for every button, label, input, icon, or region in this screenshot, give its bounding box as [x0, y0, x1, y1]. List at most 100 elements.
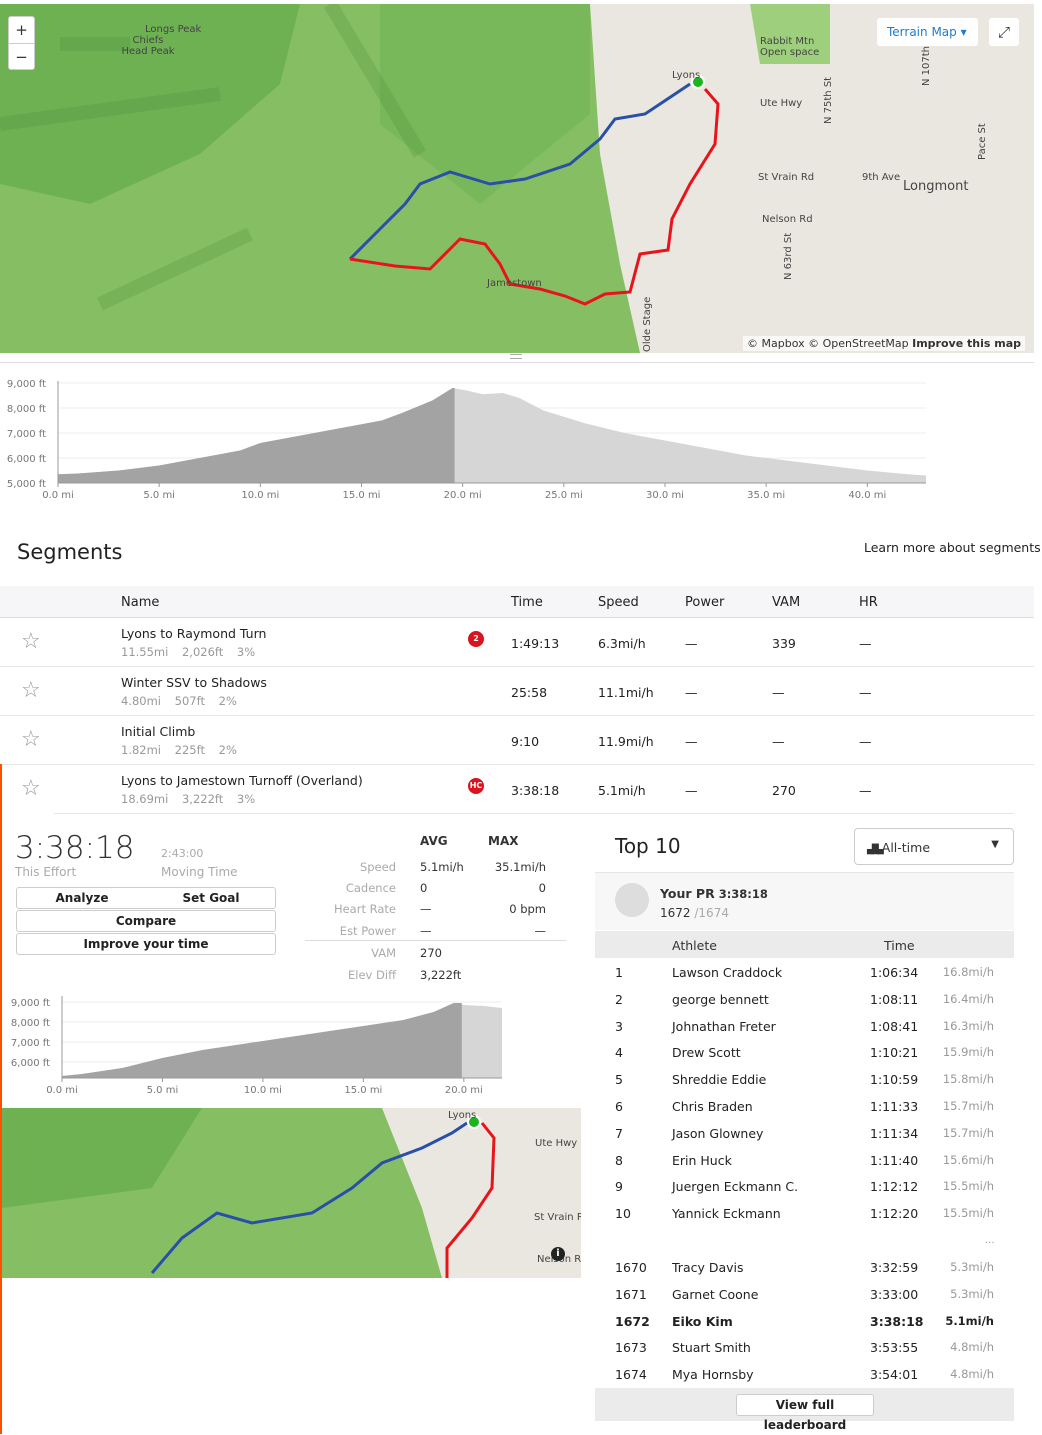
segment-time: 3:38:18: [511, 783, 560, 798]
attribution-text[interactable]: © Mapbox © OpenStreetMap: [747, 337, 909, 350]
segment-row[interactable]: ☆ Lyons to Raymond Turn 11.55mi 2,026ft …: [0, 618, 1034, 667]
segment-elevation-chart[interactable]: 9,000 ft 8,000 ft 7,000 ft 6,000 ft 0.0 mi 5.…: [0, 988, 510, 1103]
set-goal-button[interactable]: Set Goal: [147, 887, 276, 909]
athlete-name[interactable]: Tracy Davis: [672, 1260, 744, 1275]
col-time[interactable]: Time: [511, 595, 543, 610]
athlete-name[interactable]: Juergen Eckmann C.: [672, 1179, 798, 1194]
segment-row[interactable]: ☆ Winter SSV to Shadows 4.80mi 507ft 2% …: [0, 667, 1034, 716]
leaderboard-row[interactable]: 1671 Garnet Coone 3:33:00 5.3mi/h: [595, 1281, 1014, 1308]
view-full-leaderboard-button[interactable]: View full leaderboard: [736, 1394, 874, 1432]
elevation-chart[interactable]: 9,000 ft 8,000 ft 7,000 ft 6,000 ft 5,000 ft…: [0, 372, 940, 502]
leaderboard-row[interactable]: 1670 Tracy Davis 3:32:59 5.3mi/h: [595, 1254, 1014, 1281]
star-icon[interactable]: ☆: [21, 776, 41, 801]
col-power[interactable]: Power: [685, 595, 724, 610]
stat-label: Est Power: [339, 924, 396, 938]
leaderboard-row[interactable]: 8 Erin Huck 1:11:40 15.6mi/h: [595, 1147, 1014, 1174]
x-tick-label: 30.0 mi: [646, 490, 684, 501]
segment-row[interactable]: ☆ Initial Climb 1.82mi 225ft 2% 9:10 11.…: [0, 716, 1034, 765]
athlete-time: 1:06:34: [870, 965, 919, 980]
col-hr[interactable]: HR: [859, 595, 878, 610]
leaderboard-row[interactable]: 2 george bennett 1:08:11 16.4mi/h: [595, 986, 1014, 1013]
leaderboard-row[interactable]: 4 Drew Scott 1:10:21 15.9mi/h: [595, 1039, 1014, 1066]
athlete-time: 3:53:55: [870, 1340, 919, 1356]
leaderboard-row[interactable]: 6 Chris Braden 1:11:33 15.7mi/h: [595, 1093, 1014, 1120]
athlete-name[interactable]: Jason Glowney: [672, 1126, 763, 1141]
info-icon[interactable]: i: [551, 1247, 565, 1261]
athlete-time: 1:10:59: [870, 1072, 919, 1088]
athlete-name[interactable]: Johnathan Freter: [672, 1019, 776, 1034]
map-label: Chiefs Head Peak: [121, 35, 175, 57]
col-vam[interactable]: VAM: [772, 595, 800, 610]
segment-power: —: [685, 685, 698, 700]
map-resize-handle[interactable]: [510, 354, 522, 359]
leaderboard-row[interactable]: 9 Juergen Eckmann C. 1:12:12 15.5mi/h: [595, 1173, 1014, 1200]
athlete-name[interactable]: Drew Scott: [672, 1045, 741, 1060]
segment-name[interactable]: Lyons to Jamestown Turnoff (Overland): [121, 773, 363, 788]
pr-label: Your PR: [660, 886, 715, 901]
segment-map[interactable]: Lyons Ute Hwy St Vrain Rd Nelson Rd i: [2, 1108, 581, 1278]
segment-row[interactable]: ☆ Lyons to Jamestown Turnoff (Overland) …: [21, 765, 1014, 814]
star-icon[interactable]: ☆: [21, 727, 41, 752]
athlete-name[interactable]: Chris Braden: [672, 1099, 753, 1114]
star-icon[interactable]: ☆: [21, 629, 41, 654]
rank: 5: [615, 1072, 623, 1088]
avatar[interactable]: [615, 883, 649, 917]
leaderboard-row[interactable]: 1673 Stuart Smith 3:53:55 4.8mi/h: [595, 1334, 1014, 1361]
segment-name[interactable]: Initial Climb: [121, 724, 195, 739]
fullscreen-button[interactable]: ⤢: [989, 18, 1019, 46]
col-speed[interactable]: Speed: [598, 595, 639, 610]
athlete-speed: 15.8mi/h: [942, 1072, 994, 1087]
segment-distance: 4.80mi: [121, 694, 162, 708]
leaderboard-row[interactable]: 7 Jason Glowney 1:11:34 15.7mi/h: [595, 1120, 1014, 1147]
athlete-name[interactable]: Eiko Kim: [672, 1314, 733, 1329]
athlete-name[interactable]: Erin Huck: [672, 1153, 732, 1168]
map-label: Ute Hwy: [535, 1138, 578, 1149]
route-map[interactable]: Longs Peak Chiefs Head Peak Rabbit Mtn O…: [0, 4, 1034, 353]
rank: 3: [615, 1018, 623, 1034]
athlete-name[interactable]: Shreddie Eddie: [672, 1072, 766, 1087]
segment-name[interactable]: Lyons to Raymond Turn: [121, 626, 266, 641]
leaderboard-row[interactable]: 1672 Eiko Kim 3:38:18 5.1mi/h: [595, 1308, 1014, 1335]
athlete-name[interactable]: Yannick Eckmann: [672, 1206, 781, 1221]
segment-name[interactable]: Winter SSV to Shadows: [121, 675, 267, 690]
improve-map-link[interactable]: Improve this map: [912, 337, 1021, 350]
leaderboard-row[interactable]: 5 Shreddie Eddie 1:10:59 15.8mi/h: [595, 1066, 1014, 1093]
leaderboard-row[interactable]: 10 Yannick Eckmann 1:12:20 15.5mi/h: [595, 1200, 1014, 1227]
map-type-dropdown[interactable]: Terrain Map ▾: [877, 18, 978, 46]
athlete-time: 1:08:11: [870, 991, 919, 1007]
leaderboard-row[interactable]: 1674 Mya Hornsby 3:54:01 4.8mi/h: [595, 1361, 1014, 1388]
athlete-speed: 4.8mi/h: [950, 1367, 994, 1382]
ellipsis: ...: [985, 1235, 995, 1246]
leaderboard-row[interactable]: 3 Johnathan Freter 1:08:41 16.3mi/h: [595, 1013, 1014, 1040]
leaderboard-row[interactable]: 1 Lawson Craddock 1:06:34 16.8mi/h: [595, 959, 1014, 986]
athlete-name[interactable]: Garnet Coone: [672, 1287, 758, 1302]
x-tick-label: 25.0 mi: [545, 490, 583, 501]
athlete-name[interactable]: george bennett: [672, 992, 769, 1007]
x-tick-label: 15.0 mi: [344, 1085, 382, 1096]
stat-max: 35.1mi/h: [494, 860, 546, 874]
segment-speed: 5.1mi/h: [598, 783, 646, 798]
athlete-name[interactable]: Lawson Craddock: [672, 965, 782, 980]
zoom-in-button[interactable]: +: [9, 17, 34, 43]
compare-button[interactable]: Compare: [16, 910, 276, 932]
athlete-time: 1:12:12: [870, 1179, 919, 1195]
athlete-speed: 16.8mi/h: [942, 965, 994, 979]
y-tick-label: 7,000 ft: [11, 1038, 50, 1049]
analyze-button[interactable]: Analyze: [16, 887, 147, 909]
segment-time: 1:49:13: [511, 636, 560, 651]
map-label: 9th Ave: [862, 172, 901, 183]
timeframe-dropdown[interactable]: ▄█▄All-time ▼: [854, 828, 1014, 865]
segment-power: —: [685, 783, 698, 798]
col-name[interactable]: Name: [121, 595, 159, 610]
improve-time-button[interactable]: Improve your time: [16, 933, 276, 955]
star-icon[interactable]: ☆: [21, 678, 41, 703]
moving-time-label: Moving Time: [161, 865, 238, 879]
segment-hr: —: [859, 783, 872, 798]
athlete-name[interactable]: Stuart Smith: [672, 1340, 751, 1355]
y-tick-label: 7,000 ft: [7, 429, 46, 440]
athlete-time: 1:10:21: [870, 1045, 919, 1061]
zoom-out-button[interactable]: −: [9, 43, 34, 69]
stat-max: 0: [538, 881, 546, 895]
athlete-name[interactable]: Mya Hornsby: [672, 1367, 754, 1382]
learn-more-link[interactable]: Learn more about segments: [864, 540, 1041, 555]
